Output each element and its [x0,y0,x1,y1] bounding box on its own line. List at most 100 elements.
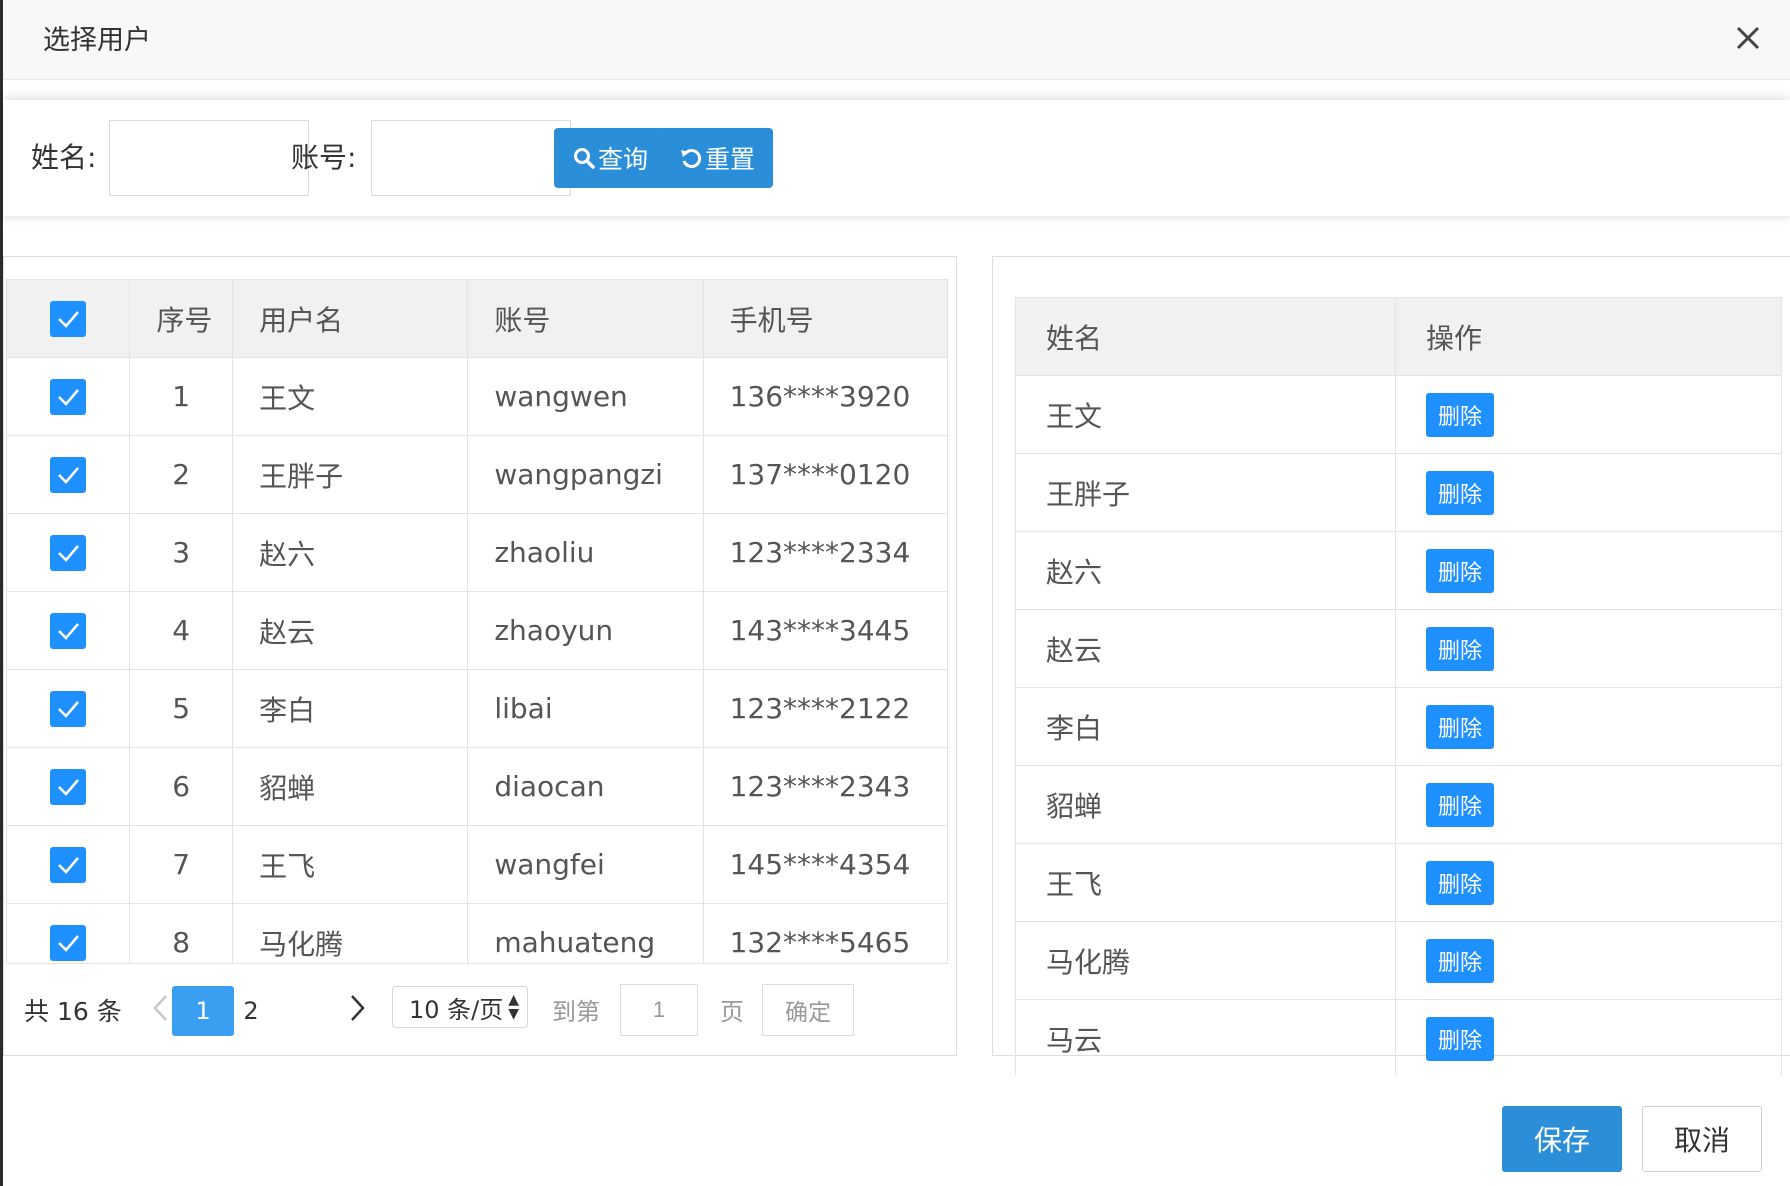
row-action-cell: 删除 [1395,843,1782,922]
row-index: 3 [129,513,234,592]
next-page-button[interactable] [342,990,372,1026]
select-all-cell [6,279,131,358]
goto-page-input[interactable] [620,984,698,1036]
row-checkbox-cell [6,357,131,436]
row-checkbox-cell [6,747,131,826]
row-username: 李白 [232,669,469,748]
selected-user-name: 王胖子 [1015,453,1396,532]
row-checkbox[interactable] [50,378,87,415]
select-all-checkbox[interactable] [50,300,87,337]
account-label: 账号: [291,141,357,174]
row-account: wangwen [467,357,704,436]
table-row[interactable]: 7 王飞 wangfei 145****4354 [6,825,948,904]
table-row: 马化腾 删除 [1015,921,1782,1000]
table-row[interactable]: 5 李白 libai 123****2122 [6,669,948,748]
row-checkbox-cell [6,669,131,748]
row-checkbox[interactable] [50,846,87,883]
selected-user-name: 马化腾 [1015,921,1396,1000]
page-2-button[interactable]: 2 [220,986,282,1036]
row-action-cell: 删除 [1395,921,1782,1000]
delete-button[interactable]: 删除 [1426,1016,1494,1061]
table-row: 王飞 删除 [1015,843,1782,922]
delete-button[interactable]: 删除 [1426,860,1494,905]
row-action-cell: 删除 [1395,765,1782,844]
row-account: zhaoliu [467,513,704,592]
sort-arrows-icon: ▲ ▼ [508,992,519,1022]
save-button[interactable]: 保存 [1502,1106,1622,1172]
table-row: 赵云 删除 [1015,609,1782,688]
row-checkbox[interactable] [50,924,87,961]
row-checkbox-cell [6,903,131,963]
row-checkbox[interactable] [50,690,87,727]
row-index: 5 [129,669,234,748]
chevron-right-icon [351,995,365,1021]
delete-button[interactable]: 删除 [1426,704,1494,749]
table-row: 赵六 删除 [1015,531,1782,610]
user-table-scroll[interactable]: 序号 用户名 账号 手机号 1 王文 wangwen 136****3920 2 王胖子 w… [6,279,948,963]
row-index: 4 [129,591,234,670]
goto-label: 到第 [552,998,600,1026]
row-username: 马化腾 [232,903,469,963]
name-input[interactable] [109,120,309,196]
page-size-select[interactable]: 10 条/页 ▲ ▼ [392,986,528,1028]
row-index: 6 [129,747,234,826]
row-checkbox[interactable] [50,768,87,805]
check-icon [58,934,80,952]
row-action-cell: 删除 [1395,531,1782,610]
row-username: 王胖子 [232,435,469,514]
row-checkbox-cell [6,591,131,670]
row-action-cell: 删除 [1395,375,1782,454]
row-checkbox[interactable] [50,534,87,571]
selected-user-name: 貂蝉 [1015,765,1396,844]
cancel-button[interactable]: 取消 [1642,1106,1762,1172]
goto-confirm-button[interactable]: 确定 [762,984,854,1036]
row-account: diaocan [467,747,704,826]
row-action-cell: 删除 [1395,453,1782,532]
delete-button[interactable]: 删除 [1426,938,1494,983]
selected-table-scroll[interactable]: 姓名 操作 王文 删除 王胖子 删除 赵六 删除 赵云 删除 李白 删除 貂蝉 删除 王飞 删除 马化腾 删除… [1015,297,1790,1075]
table-row[interactable]: 2 王胖子 wangpangzi 137****0120 [6,435,948,514]
table-row[interactable]: 6 貂蝉 diaocan 123****2343 [6,747,948,826]
check-icon [58,700,80,718]
delete-button[interactable]: 删除 [1426,626,1494,671]
row-checkbox[interactable] [50,456,87,493]
row-account: libai [467,669,704,748]
selected-user-name: 王飞 [1015,843,1396,922]
row-checkbox-cell [6,435,131,514]
table-row[interactable]: 1 王文 wangwen 136****3920 [6,357,948,436]
selected-users-panel: 姓名 操作 王文 删除 王胖子 删除 赵六 删除 赵云 删除 李白 删除 貂蝉 删除 王飞 删除 马化腾 删除… [992,256,1790,1075]
row-checkbox[interactable] [50,612,87,649]
row-phone: 132****5465 [702,903,948,963]
reset-button[interactable]: 重置 [661,128,773,188]
query-button[interactable]: 查询 [554,128,666,188]
table-row: 王文 删除 [1015,375,1782,454]
table-row[interactable]: 4 赵云 zhaoyun 143****3445 [6,591,948,670]
selected-users-table: 姓名 操作 王文 删除 王胖子 删除 赵六 删除 赵云 删除 李白 删除 貂蝉 删除 王飞 删除 马化腾 删除… [1015,297,1782,1075]
user-list-panel: 序号 用户名 账号 手机号 1 王文 wangwen 136****3920 2 王胖子 w… [3,256,957,1056]
refresh-icon [680,149,702,168]
row-username: 王文 [232,357,469,436]
check-icon [58,466,80,484]
table-header-row: 序号 用户名 账号 手机号 [6,279,948,358]
column-header-action: 操作 [1395,297,1782,376]
page-unit-label: 页 [720,998,744,1026]
table-row: 李白 删除 [1015,687,1782,766]
table-row[interactable]: 8 马化腾 mahuateng 132****5465 [6,903,948,963]
selected-user-name: 赵云 [1015,609,1396,688]
table-header-row: 姓名 操作 [1015,297,1782,376]
table-row[interactable]: 3 赵六 zhaoliu 123****2334 [6,513,948,592]
close-button[interactable] [1728,18,1768,58]
row-checkbox-cell [6,825,131,904]
delete-button[interactable]: 删除 [1426,782,1494,827]
column-header-username: 用户名 [232,279,469,358]
table-row: 马云 删除 [1015,999,1782,1075]
account-input[interactable] [371,120,571,196]
name-label: 姓名: [31,141,97,174]
delete-button[interactable]: 删除 [1426,392,1494,437]
row-phone: 123****2334 [702,513,948,592]
row-phone: 136****3920 [702,357,948,436]
delete-button[interactable]: 删除 [1426,470,1494,515]
selected-user-name: 王文 [1015,375,1396,454]
row-index: 7 [129,825,234,904]
delete-button[interactable]: 删除 [1426,548,1494,593]
